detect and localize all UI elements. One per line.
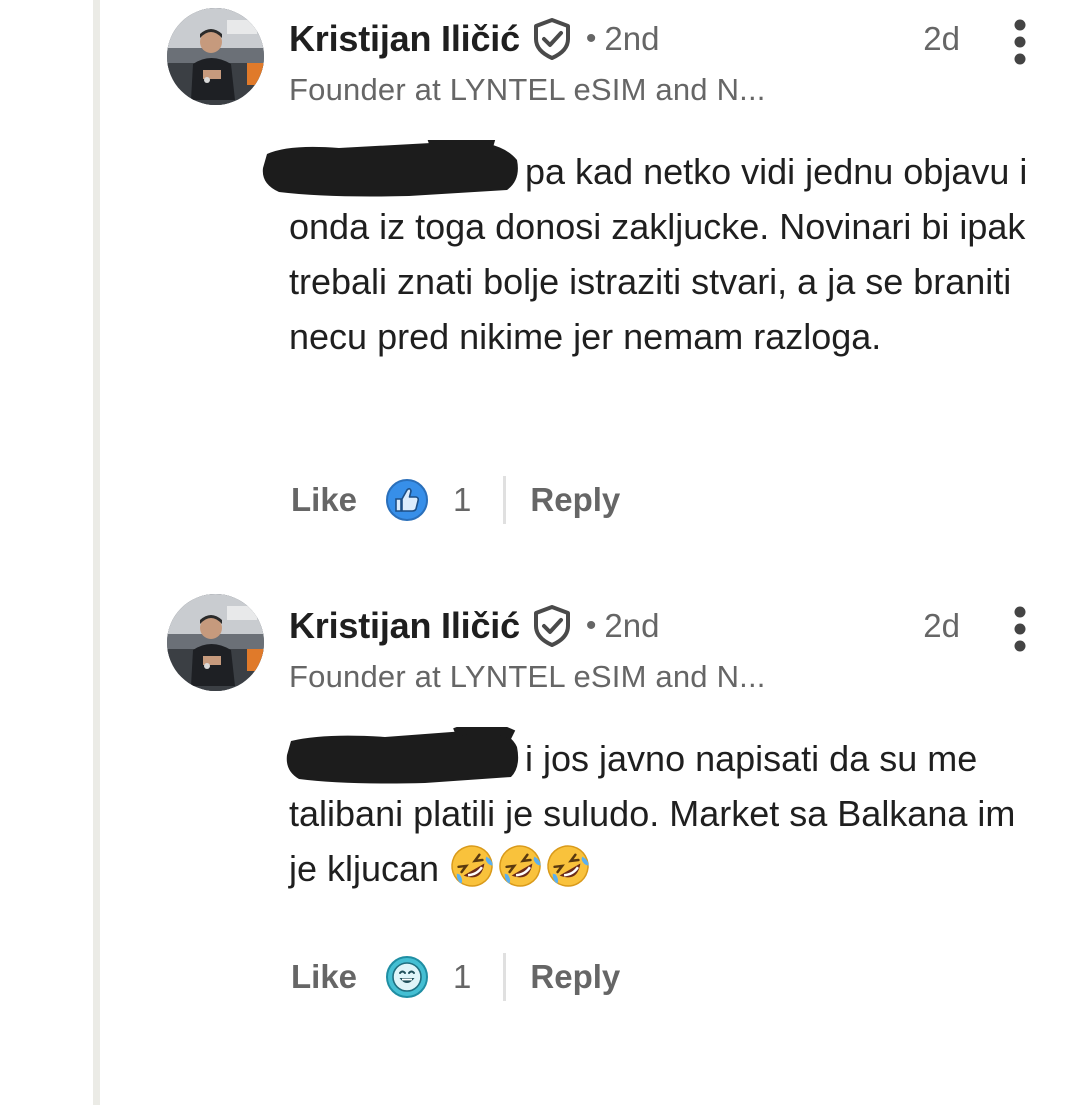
reaction-count[interactable]: 1 bbox=[453, 958, 471, 996]
redacted-mention-scribble bbox=[285, 722, 521, 785]
thread-line bbox=[93, 0, 100, 1105]
comment-text-line1: pa kad netko vidi jednu bbox=[525, 151, 894, 192]
like-button[interactable]: Like bbox=[291, 481, 357, 519]
comment-time: 2d bbox=[923, 20, 960, 57]
comment-actions: Like 1 Reply bbox=[291, 952, 620, 1002]
rolling-on-floor-laughing-emoji bbox=[449, 843, 495, 889]
author-headline: Founder at LYNTEL eSIM and N... bbox=[289, 72, 766, 107]
like-button[interactable]: Like bbox=[291, 958, 357, 996]
reaction-count[interactable]: 1 bbox=[453, 481, 471, 519]
avatar[interactable] bbox=[167, 594, 264, 691]
more-options-icon[interactable] bbox=[1007, 606, 1033, 652]
comment-text: i jos javno napisati da su me talibani p… bbox=[286, 722, 1029, 904]
comment-actions: Like 1 Reply bbox=[291, 475, 620, 525]
comment-time: 2d bbox=[923, 607, 960, 644]
emoji-group bbox=[449, 843, 593, 904]
separator-dot: • bbox=[585, 22, 597, 55]
connection-degree: 2nd bbox=[604, 607, 660, 644]
comment-text: pa kad netko vidi jednu objavu i onda iz… bbox=[262, 134, 1029, 364]
action-divider bbox=[503, 476, 507, 524]
connection-degree: 2nd bbox=[604, 20, 660, 57]
action-divider bbox=[503, 953, 507, 1001]
more-options-icon[interactable] bbox=[1007, 19, 1033, 65]
comment-text-line1: i jos javno napisati da su bbox=[525, 738, 918, 779]
redacted-mention-scribble bbox=[259, 134, 521, 198]
reply-button[interactable]: Reply bbox=[530, 958, 620, 996]
like-reaction-icon[interactable] bbox=[385, 478, 429, 522]
rolling-on-floor-laughing-emoji bbox=[545, 843, 591, 889]
verified-shield-icon bbox=[530, 604, 574, 648]
avatar[interactable] bbox=[167, 8, 264, 105]
author-row: Kristijan Iličić • 2nd bbox=[289, 17, 659, 61]
author-row: Kristijan Iličić • 2nd bbox=[289, 604, 659, 648]
rolling-on-floor-laughing-emoji bbox=[497, 843, 543, 889]
funny-reaction-icon[interactable] bbox=[385, 955, 429, 999]
separator-dot: • bbox=[585, 609, 597, 642]
author-name[interactable]: Kristijan Iličić bbox=[289, 18, 520, 60]
author-headline: Founder at LYNTEL eSIM and N... bbox=[289, 659, 766, 694]
reply-button[interactable]: Reply bbox=[530, 481, 620, 519]
verified-shield-icon bbox=[530, 17, 574, 61]
author-name[interactable]: Kristijan Iličić bbox=[289, 605, 520, 647]
